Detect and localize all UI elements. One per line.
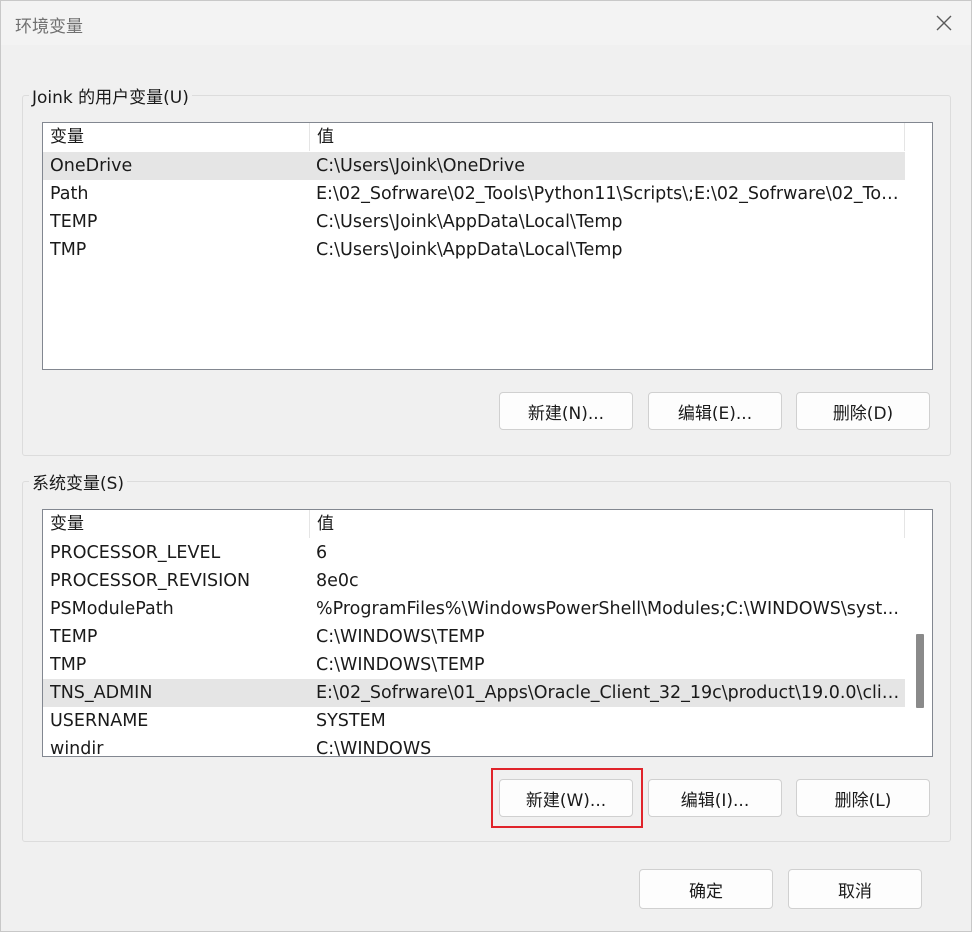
row-variable-value: C:\WINDOWS\TEMP (316, 651, 901, 679)
system-vars-list-header: 变量 值 (43, 510, 905, 538)
column-header-variable[interactable]: 变量 (43, 123, 310, 151)
table-row[interactable]: windir C:\WINDOWS (43, 735, 905, 757)
title-bar: 环境变量 (1, 1, 971, 45)
user-new-button[interactable]: 新建(N)... (499, 392, 633, 430)
row-variable-name: TMP (50, 651, 305, 679)
system-vars-group: 系统变量(S) 变量 值 PROCESSOR_LEVEL 6 PROCESSOR… (22, 481, 951, 842)
table-row[interactable]: TEMP C:\WINDOWS\TEMP (43, 623, 905, 651)
column-header-value[interactable]: 值 (310, 510, 905, 538)
user-edit-button[interactable]: 编辑(E)... (648, 392, 782, 430)
column-header-value[interactable]: 值 (310, 123, 905, 151)
user-vars-group-label: Joink 的用户变量(U) (29, 83, 192, 108)
table-row[interactable]: TNS_ADMIN E:\02_Sofrware\01_Apps\Oracle_… (43, 679, 905, 707)
user-vars-rows: OneDrive C:\Users\Joink\OneDrive Path E:… (43, 152, 905, 264)
row-variable-value: %ProgramFiles%\WindowsPowerShell\Modules… (316, 595, 901, 623)
row-variable-name: TEMP (50, 208, 305, 236)
row-variable-value: E:\02_Sofrware\01_Apps\Oracle_Client_32_… (316, 679, 901, 707)
row-variable-name: USERNAME (50, 707, 305, 735)
row-variable-value: C:\Users\Joink\AppData\Local\Temp (316, 236, 901, 264)
table-row[interactable]: PROCESSOR_LEVEL 6 (43, 539, 905, 567)
column-header-variable[interactable]: 变量 (43, 510, 310, 538)
close-icon (936, 15, 952, 31)
system-vars-rows: PROCESSOR_LEVEL 6 PROCESSOR_REVISION 8e0… (43, 539, 905, 757)
system-edit-button[interactable]: 编辑(I)... (648, 779, 782, 817)
cancel-button[interactable]: 取消 (788, 869, 922, 909)
dialog-title: 环境变量 (15, 12, 83, 37)
user-vars-list[interactable]: 变量 值 OneDrive C:\Users\Joink\OneDrive Pa… (42, 122, 933, 370)
table-row[interactable]: Path E:\02_Sofrware\02_Tools\Python11\Sc… (43, 180, 905, 208)
user-vars-group: Joink 的用户变量(U) 变量 值 OneDrive C:\Users\Jo… (22, 95, 951, 456)
system-delete-button[interactable]: 删除(L) (796, 779, 930, 817)
row-variable-name: TNS_ADMIN (50, 679, 305, 707)
system-vars-scrollbar[interactable] (906, 510, 932, 756)
user-vars-list-header: 变量 值 (43, 123, 905, 151)
row-variable-name: PROCESSOR_LEVEL (50, 539, 305, 567)
table-row[interactable]: PSModulePath %ProgramFiles%\WindowsPower… (43, 595, 905, 623)
system-vars-list[interactable]: 变量 值 PROCESSOR_LEVEL 6 PROCESSOR_REVISIO… (42, 509, 933, 757)
table-row[interactable]: TMP C:\WINDOWS\TEMP (43, 651, 905, 679)
row-variable-name: PROCESSOR_REVISION (50, 567, 305, 595)
row-variable-value: C:\WINDOWS\TEMP (316, 623, 901, 651)
row-variable-value: SYSTEM (316, 707, 901, 735)
scrollbar-thumb[interactable] (916, 634, 924, 708)
row-variable-name: OneDrive (50, 152, 305, 180)
row-variable-value: E:\02_Sofrware\02_Tools\Python11\Scripts… (316, 180, 901, 208)
ok-button[interactable]: 确定 (639, 869, 773, 909)
row-variable-name: windir (50, 735, 305, 757)
row-variable-name: PSModulePath (50, 595, 305, 623)
row-variable-value: C:\Users\Joink\OneDrive (316, 152, 901, 180)
table-row[interactable]: USERNAME SYSTEM (43, 707, 905, 735)
row-variable-name: TEMP (50, 623, 305, 651)
row-variable-value: 8e0c (316, 567, 901, 595)
env-vars-dialog: 环境变量 Joink 的用户变量(U) 变量 值 OneDrive C:\Use… (0, 0, 972, 932)
row-variable-value: C:\WINDOWS (316, 735, 901, 757)
row-variable-value: 6 (316, 539, 901, 567)
row-variable-name: TMP (50, 236, 305, 264)
table-row[interactable]: TMP C:\Users\Joink\AppData\Local\Temp (43, 236, 905, 264)
row-variable-value: C:\Users\Joink\AppData\Local\Temp (316, 208, 901, 236)
system-vars-group-label: 系统变量(S) (29, 469, 127, 494)
dialog-body: Joink 的用户变量(U) 变量 值 OneDrive C:\Users\Jo… (1, 45, 971, 931)
table-row[interactable]: TEMP C:\Users\Joink\AppData\Local\Temp (43, 208, 905, 236)
table-row[interactable]: PROCESSOR_REVISION 8e0c (43, 567, 905, 595)
system-new-button[interactable]: 新建(W)... (499, 779, 633, 817)
close-button[interactable] (927, 7, 961, 39)
table-row[interactable]: OneDrive C:\Users\Joink\OneDrive (43, 152, 905, 180)
row-variable-name: Path (50, 180, 305, 208)
user-delete-button[interactable]: 删除(D) (796, 392, 930, 430)
